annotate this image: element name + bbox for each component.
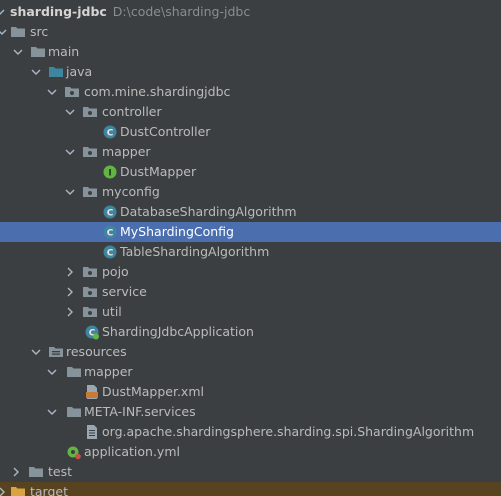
tree-row-test[interactable]: test (0, 462, 501, 482)
tree-label-package: com.mine.shardingjdbc (84, 84, 231, 99)
tree-label-meta-inf-services: META-INF.services (84, 404, 196, 419)
tree-row-my-sharding-config[interactable]: C MyShardingConfig (0, 222, 501, 242)
tree-row-main[interactable]: main (0, 42, 501, 62)
tree-row-java[interactable]: java (0, 62, 501, 82)
excluded-folder-icon (10, 482, 26, 496)
class-icon: C (102, 122, 118, 142)
tree-row-sharding-jdbc-application[interactable]: C ShardingJdbcApplication (0, 322, 501, 342)
tree-label-dust-mapper: DustMapper (120, 164, 197, 179)
tree-label-target: target (30, 484, 69, 496)
text-file-icon (84, 422, 100, 442)
tree-label-util: util (102, 304, 122, 319)
tree-label-application-yml: application.yml (84, 444, 180, 459)
tree-label-spi-file: org.apache.shardingsphere.sharding.spi.S… (102, 424, 475, 439)
tree-row-controller[interactable]: controller (0, 102, 501, 122)
yaml-config-icon (66, 442, 82, 462)
tree-label-my-sharding-config: MyShardingConfig (120, 224, 234, 239)
project-name: sharding-jdbc (10, 4, 107, 19)
chevron-right-icon[interactable] (10, 462, 22, 482)
tree-label-resources: resources (66, 344, 127, 359)
tree-label-java: java (66, 64, 93, 79)
resources-folder-icon (48, 342, 64, 362)
chevron-down-icon[interactable] (46, 82, 58, 102)
chevron-down-icon[interactable] (64, 182, 76, 202)
tree-row-database-sharding-algorithm[interactable]: C DatabaseShardingAlgorithm (0, 202, 501, 222)
chevron-right-icon[interactable] (64, 302, 76, 322)
tree-label-controller: controller (102, 104, 162, 119)
tree-label-test: test (48, 464, 73, 479)
class-icon-letter: C (107, 129, 114, 139)
folder-icon (28, 462, 44, 482)
tree-label-resources-mapper: mapper (84, 364, 133, 379)
chevron-down-icon[interactable] (46, 402, 58, 422)
tree-row-resources[interactable]: resources (0, 342, 501, 362)
class-icon-letter: C (107, 249, 114, 259)
chevron-right-icon[interactable] (64, 262, 76, 282)
tree-label-dust-controller: DustController (120, 124, 211, 139)
chevron-down-icon[interactable] (46, 362, 58, 382)
folder-icon (66, 402, 82, 422)
chevron-down-icon[interactable] (64, 142, 76, 162)
tree-row-service[interactable]: service (0, 282, 501, 302)
tree-row-pojo[interactable]: pojo (0, 262, 501, 282)
tree-row-src[interactable]: src (0, 22, 501, 42)
tree-row-target[interactable]: target (0, 482, 501, 496)
source-folder-icon (48, 62, 64, 82)
chevron-down-icon[interactable] (64, 102, 76, 122)
folder-icon (66, 362, 82, 382)
tree-label-pojo: pojo (102, 264, 129, 279)
tree-row-table-sharding-algorithm[interactable]: C TableShardingAlgorithm (0, 242, 501, 262)
xml-file-icon (84, 382, 100, 402)
package-icon (82, 102, 98, 122)
project-tree: sharding-jdbc D:\code\sharding-jdbc src m… (0, 0, 501, 496)
tree-label-src: src (30, 24, 49, 39)
chevron-down-icon[interactable] (30, 342, 42, 362)
folder-icon (30, 42, 46, 62)
chevron-down-icon[interactable] (0, 22, 8, 42)
interface-icon-letter: I (108, 169, 111, 179)
chevron-right-icon[interactable] (0, 482, 8, 496)
project-path: D:\code\sharding-jdbc (112, 4, 251, 19)
tree-label-sharding-jdbc-application: ShardingJdbcApplication (102, 324, 254, 339)
tree-row-spi-file[interactable]: org.apache.shardingsphere.sharding.spi.S… (0, 422, 501, 442)
tree-label-table-sharding-algorithm: TableShardingAlgorithm (120, 244, 270, 259)
chevron-down-icon[interactable] (0, 2, 6, 22)
tree-label-dust-mapper-xml: DustMapper.xml (102, 384, 204, 399)
tree-row-project-root[interactable]: sharding-jdbc D:\code\sharding-jdbc (0, 2, 501, 22)
chevron-down-icon[interactable] (30, 62, 42, 82)
package-icon (82, 302, 98, 322)
class-icon-letter: C (107, 209, 114, 219)
chevron-down-icon[interactable] (12, 42, 24, 62)
package-icon (82, 142, 98, 162)
class-icon: C (102, 202, 118, 222)
interface-icon: I (102, 162, 118, 182)
tree-label-myconfig: myconfig (102, 184, 160, 199)
tree-row-myconfig[interactable]: myconfig (0, 182, 501, 202)
tree-label-database-sharding-algorithm: DatabaseShardingAlgorithm (120, 204, 297, 219)
package-icon (82, 282, 98, 302)
tree-label-mapper: mapper (102, 144, 151, 159)
class-icon: C (102, 242, 118, 262)
package-icon (82, 262, 98, 282)
tree-row-dust-controller[interactable]: C DustController (0, 122, 501, 142)
tree-row-util[interactable]: util (0, 302, 501, 322)
tree-row-dust-mapper[interactable]: I DustMapper (0, 162, 501, 182)
chevron-right-icon[interactable] (64, 282, 76, 302)
class-icon: C (102, 222, 118, 242)
tree-row-meta-inf-services[interactable]: META-INF.services (0, 402, 501, 422)
folder-icon (10, 22, 26, 42)
package-icon (82, 182, 98, 202)
tree-label-service: service (102, 284, 147, 299)
class-icon-letter: C (107, 229, 114, 239)
tree-row-mapper[interactable]: mapper (0, 142, 501, 162)
tree-label-main: main (48, 44, 80, 59)
spring-boot-class-icon: C (84, 322, 100, 342)
tree-row-dust-mapper-xml[interactable]: DustMapper.xml (0, 382, 501, 402)
project-name-label: sharding-jdbc D:\code\sharding-jdbc (10, 2, 250, 22)
tree-row-package[interactable]: com.mine.shardingjdbc (0, 82, 501, 102)
tree-row-resources-mapper[interactable]: mapper (0, 362, 501, 382)
package-icon (64, 82, 80, 102)
tree-row-application-yml[interactable]: application.yml (0, 442, 501, 462)
